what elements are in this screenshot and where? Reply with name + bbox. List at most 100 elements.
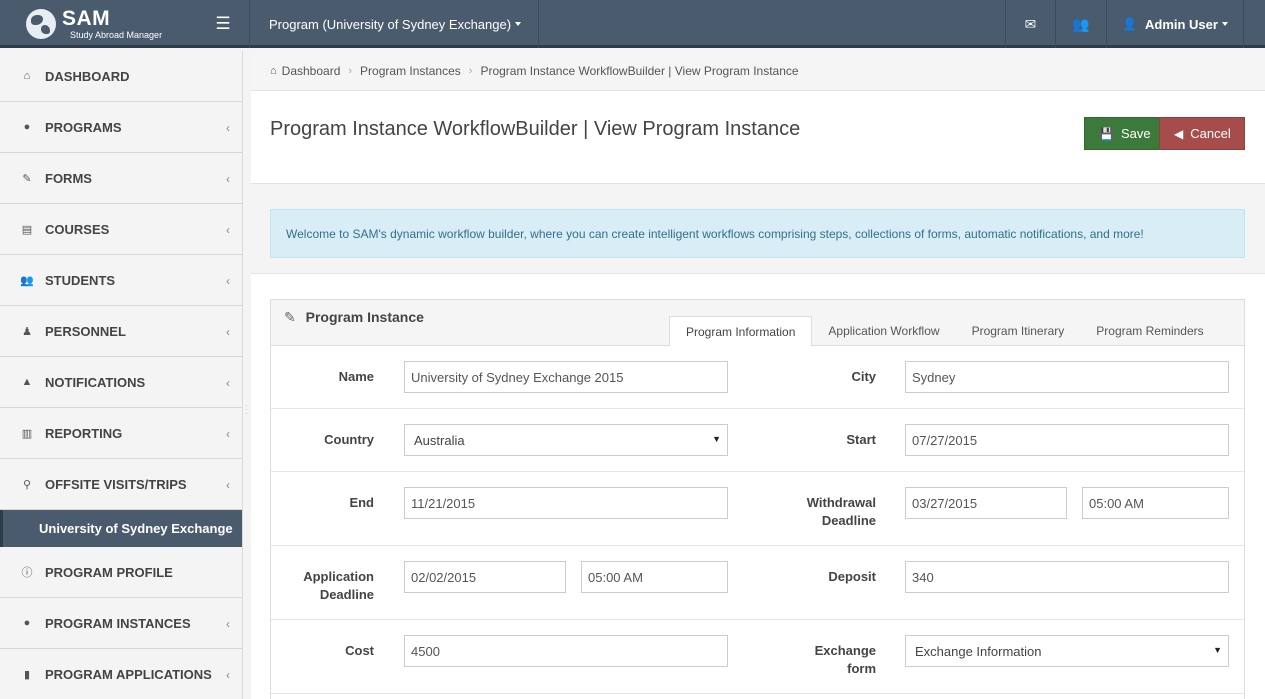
- deposit-input[interactable]: [905, 561, 1229, 593]
- sidebar-resize-handle[interactable]: · · ·: [245, 402, 248, 418]
- sidebar: ⌂ DASHBOARD ● PROGRAMS ‹ ✎ FORMS ‹ ▤ COU…: [0, 51, 243, 699]
- sidebar-item-program-instances[interactable]: ● PROGRAM INSTANCES ‹: [0, 598, 242, 649]
- envelope-icon[interactable]: ✉: [1005, 0, 1055, 48]
- name-input[interactable]: [404, 361, 728, 393]
- exchange-form-select-value: Exchange Information: [915, 643, 1042, 659]
- name-label: Name: [338, 369, 374, 384]
- tab-program-itinerary[interactable]: Program Itinerary: [956, 316, 1081, 346]
- app-deadline-label-line1: Application: [303, 569, 374, 584]
- sidebar-item-label: FORMS: [45, 170, 92, 186]
- welcome-alert: Welcome to SAM's dynamic workflow builde…: [270, 209, 1245, 258]
- application-deadline-time-input[interactable]: [581, 561, 728, 593]
- sidebar-item-dashboard[interactable]: ⌂ DASHBOARD: [0, 51, 242, 102]
- sidebar-item-label: COURSES: [45, 221, 110, 237]
- sidebar-item-label: NOTIFICATIONS: [45, 374, 146, 390]
- sidebar-item-label: REPORTING: [45, 425, 123, 441]
- chevron-left-icon: ‹: [226, 478, 230, 492]
- chevron-left-icon: ‹: [226, 121, 230, 135]
- globe-icon: ●: [23, 617, 31, 629]
- withdrawal-date-input[interactable]: [905, 487, 1067, 519]
- chevron-left-icon: ‹: [226, 668, 230, 682]
- globe-icon: ●: [23, 121, 31, 133]
- user-menu-dropdown[interactable]: 👤 Admin User: [1106, 0, 1244, 48]
- withdrawal-time-input[interactable]: [1082, 487, 1229, 519]
- user-icon: 👤: [1122, 17, 1137, 31]
- exchange-label-line2: form: [847, 661, 876, 676]
- end-label: End: [349, 495, 374, 510]
- tab-program-information[interactable]: Program Information: [669, 316, 813, 347]
- cancel-button[interactable]: ◀ Cancel: [1159, 117, 1245, 150]
- panel-title: ✎ Program Instance: [284, 309, 424, 326]
- exchange-form-label: Exchange form: [771, 642, 876, 678]
- city-label: City: [851, 369, 876, 384]
- breadcrumb-current: Program Instance WorkflowBuilder | View …: [480, 63, 799, 78]
- sidebar-item-label: PROGRAM APPLICATIONS: [45, 666, 212, 682]
- sidebar-item-label: STUDENTS: [45, 272, 116, 288]
- warning-icon: ▲: [21, 376, 33, 388]
- start-label: Start: [846, 432, 876, 447]
- panel-header: ✎ Program Instance Program Information A…: [271, 300, 1244, 347]
- book-icon: ▤: [21, 223, 33, 236]
- cancel-button-label: Cancel: [1190, 126, 1231, 141]
- program-selector-dropdown[interactable]: Program (University of Sydney Exchange): [250, 0, 539, 48]
- save-button[interactable]: 💾 Save: [1084, 117, 1166, 150]
- start-date-input[interactable]: [905, 424, 1229, 456]
- sidebar-item-notifications[interactable]: ▲ NOTIFICATIONS ‹: [0, 357, 242, 408]
- sidebar-item-offsite-visits[interactable]: ⚲ OFFSITE VISITS/TRIPS ‹: [0, 459, 242, 510]
- file-icon: ▮: [23, 668, 31, 681]
- map-marker-icon: ⚲: [22, 478, 32, 491]
- sidebar-item-courses[interactable]: ▤ COURSES ‹: [0, 204, 242, 255]
- floppy-disk-icon: 💾: [1099, 126, 1114, 141]
- users-icon[interactable]: 👥: [1055, 0, 1106, 48]
- chevron-left-icon: ‹: [226, 172, 230, 186]
- globe-logo-icon: [26, 9, 56, 39]
- city-input[interactable]: [905, 361, 1229, 393]
- menu-toggle-icon[interactable]: ☰: [197, 0, 250, 48]
- application-deadline-label: Application Deadline: [271, 568, 374, 604]
- caret-down-icon: ▼: [712, 434, 721, 444]
- brand-logo[interactable]: SAM Study Abroad Manager: [0, 0, 197, 48]
- brand-subtitle: Study Abroad Manager: [70, 30, 163, 40]
- info-icon: ⓘ: [21, 567, 33, 579]
- tab-program-reminders[interactable]: Program Reminders: [1080, 316, 1219, 346]
- alert-band: Welcome to SAM's dynamic workflow builde…: [251, 184, 1265, 274]
- sidebar-item-label: DASHBOARD: [45, 68, 130, 84]
- chevron-left-icon: ‹: [226, 376, 230, 390]
- sidebar-item-label: PROGRAM PROFILE: [45, 564, 173, 580]
- chevron-left-icon: ‹: [226, 274, 230, 288]
- sidebar-item-programs[interactable]: ● PROGRAMS ‹: [0, 102, 242, 153]
- sidebar-item-personnel[interactable]: ♟ PERSONNEL ‹: [0, 306, 242, 357]
- chevron-left-icon: ‹: [226, 617, 230, 631]
- exchange-form-select[interactable]: Exchange Information ▼: [905, 635, 1229, 667]
- cost-input[interactable]: [404, 635, 728, 667]
- page-header: Program Instance WorkflowBuilder | View …: [251, 92, 1265, 184]
- application-deadline-date-input[interactable]: [404, 561, 566, 593]
- sidebar-item-label: PROGRAMS: [45, 119, 122, 135]
- sidebar-item-students[interactable]: 👥 STUDENTS ‹: [0, 255, 242, 306]
- sidebar-item-forms[interactable]: ✎ FORMS ‹: [0, 153, 242, 204]
- sidebar-active-program[interactable]: University of Sydney Exchange: [0, 510, 242, 547]
- page-title: Program Instance WorkflowBuilder | View …: [270, 118, 801, 140]
- breadcrumb-dashboard[interactable]: Dashboard: [282, 64, 341, 78]
- form-row: Cost Exchange form Exchange Information …: [271, 620, 1244, 694]
- caret-down-icon: ▼: [1213, 645, 1222, 655]
- sidebar-item-program-profile[interactable]: ⓘ PROGRAM PROFILE: [0, 547, 242, 598]
- sidebar-item-reporting[interactable]: ▥ REPORTING ‹: [0, 408, 242, 459]
- sidebar-item-program-applications[interactable]: ▮ PROGRAM APPLICATIONS ‹: [0, 649, 242, 699]
- arrow-circle-left-icon: ◀: [1174, 126, 1184, 141]
- chevron-right-icon: ›: [348, 64, 353, 77]
- home-icon: ⌂: [23, 70, 31, 82]
- bar-chart-icon: ▥: [21, 427, 33, 440]
- user-name: Admin User: [1144, 16, 1218, 32]
- breadcrumb-program-instances[interactable]: Program Instances: [360, 64, 461, 78]
- chevron-right-icon: ›: [468, 64, 473, 77]
- tab-application-workflow[interactable]: Application Workflow: [812, 316, 955, 346]
- country-select[interactable]: Australia ▼: [404, 424, 728, 456]
- brand-title: SAM: [62, 7, 111, 30]
- users-icon: 👥: [20, 274, 34, 287]
- panel-title-text: Program Instance: [305, 309, 424, 325]
- save-button-label: Save: [1120, 126, 1151, 141]
- withdrawal-label-line2: Deadline: [821, 513, 876, 528]
- end-date-input[interactable]: [404, 487, 728, 519]
- cost-label: Cost: [345, 643, 374, 658]
